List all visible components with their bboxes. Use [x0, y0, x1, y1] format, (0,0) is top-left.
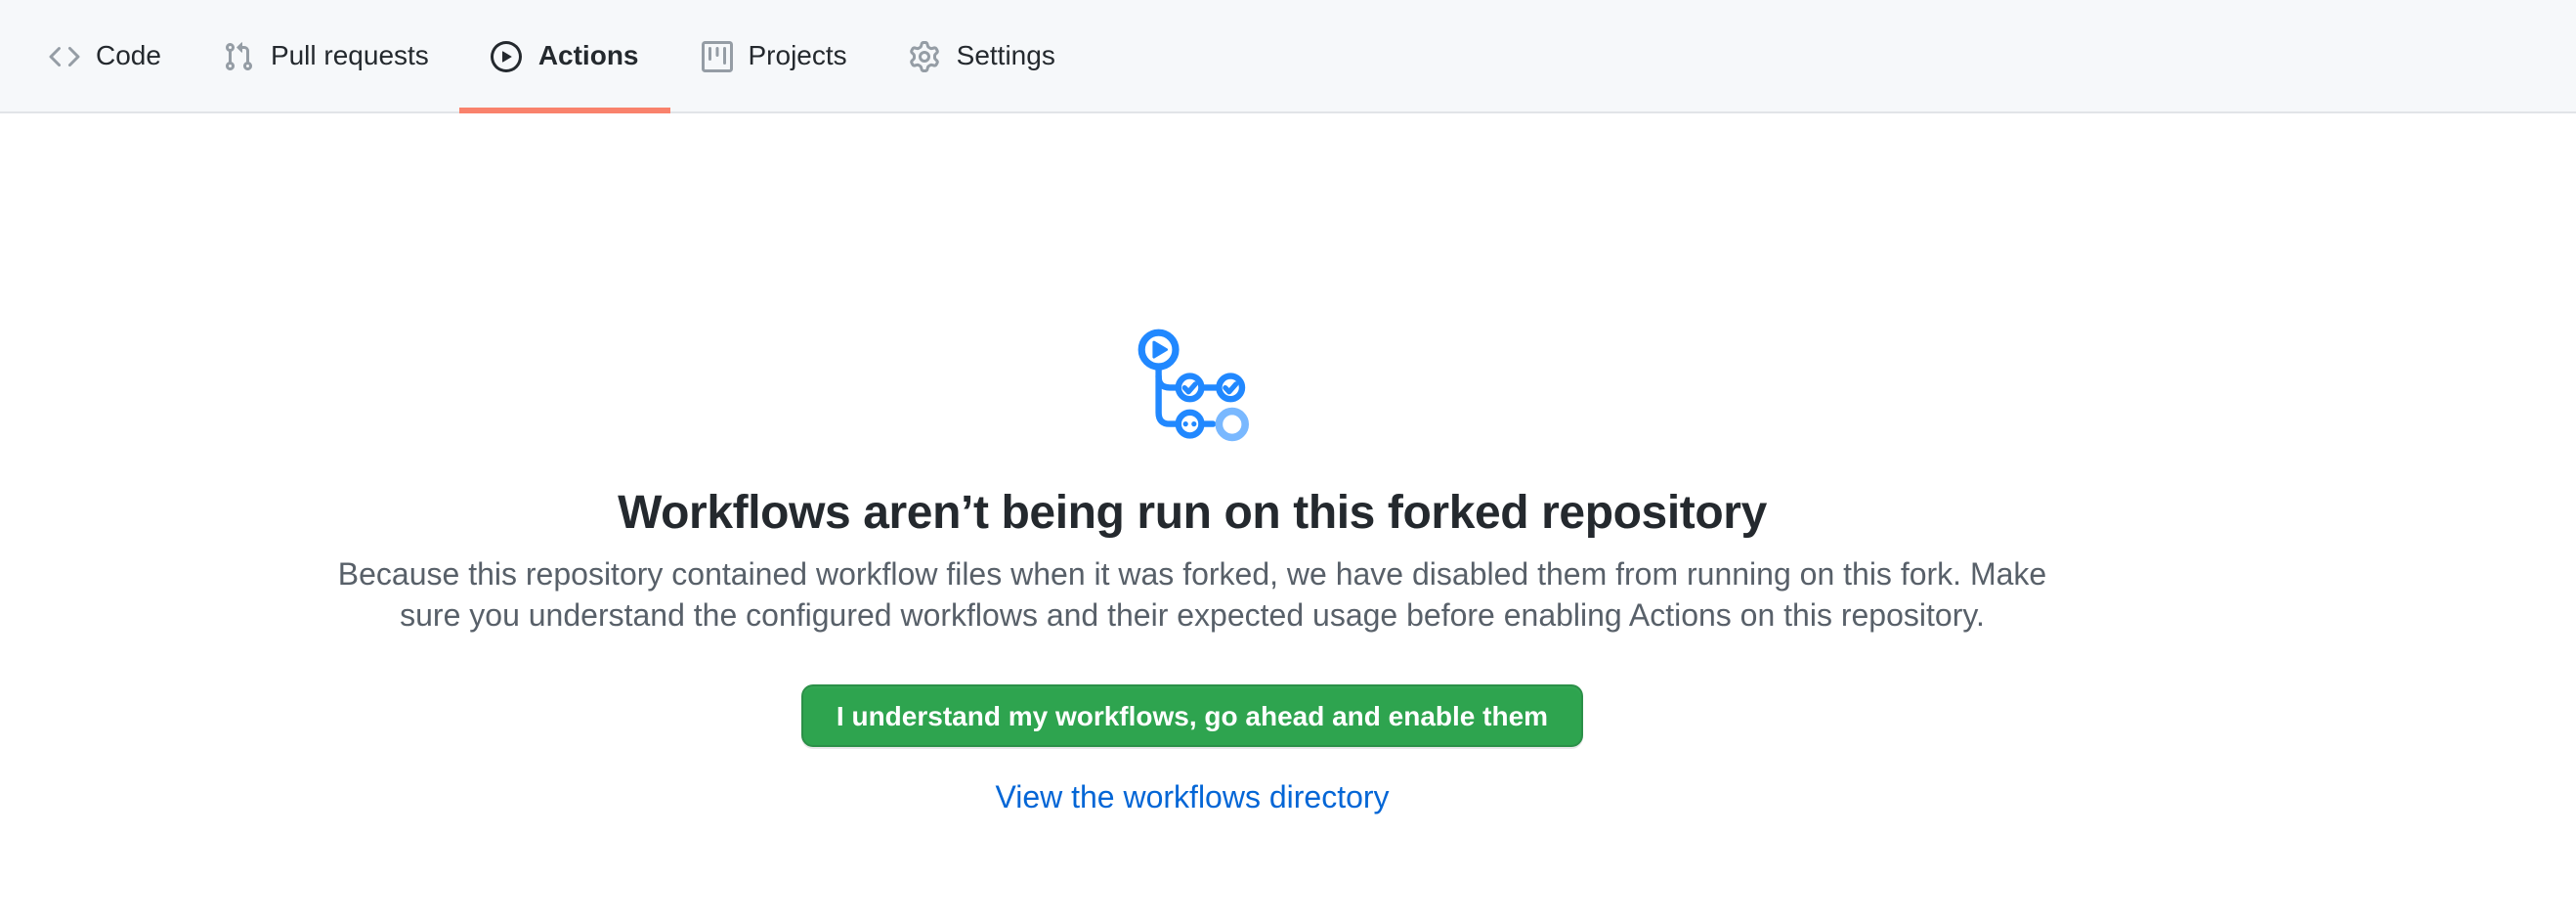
view-workflows-directory-link[interactable]: View the workflows directory	[313, 776, 2072, 823]
tab-settings-label: Settings	[957, 35, 1055, 76]
project-icon	[702, 40, 733, 71]
actions-disabled-blankslate: Workflows aren’t being run on this forke…	[313, 329, 2072, 823]
enable-workflows-button[interactable]: I understand my workflows, go ahead and …	[801, 684, 1583, 747]
description-line-2: sure you understand the configured workf…	[400, 600, 1985, 634]
repo-tabs: Code Pull requests Actions Projects	[18, 0, 1087, 111]
tab-pull-requests[interactable]: Pull requests	[193, 0, 460, 111]
tab-pull-requests-label: Pull requests	[271, 35, 429, 76]
tab-actions-label: Actions	[538, 35, 639, 76]
tab-projects-label: Projects	[749, 35, 847, 76]
tab-code-label: Code	[96, 35, 161, 76]
gear-icon	[910, 40, 941, 71]
github-actions-page: Code Pull requests Actions Projects	[0, 0, 2576, 923]
workflow-graph-icon	[1137, 329, 1248, 444]
tab-code[interactable]: Code	[18, 0, 193, 111]
description-line-1: Because this repository contained workfl…	[338, 559, 2046, 593]
tab-projects[interactable]: Projects	[670, 0, 879, 111]
repo-tab-nav: Code Pull requests Actions Projects	[0, 0, 2576, 113]
page-title: Workflows aren’t being run on this forke…	[313, 485, 2072, 544]
git-pull-request-icon	[224, 40, 255, 71]
code-icon	[49, 40, 80, 71]
blankslate-description: Because this repository contained workfl…	[313, 555, 2072, 637]
tab-settings[interactable]: Settings	[879, 0, 1087, 111]
play-icon	[492, 40, 523, 71]
tab-actions[interactable]: Actions	[460, 0, 670, 111]
